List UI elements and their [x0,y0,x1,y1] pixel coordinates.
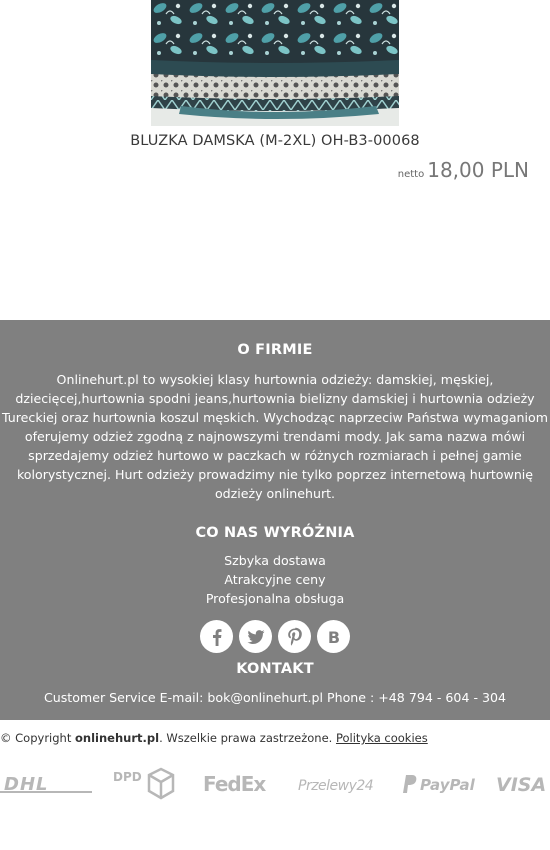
fedex-logo: FedEx [203,764,269,804]
feature-item: Atrakcyjne ceny [224,572,326,587]
visa-logo-text: VISA [496,774,546,796]
rights-text: . Wszelkie prawa zastrzeżone. [159,731,336,745]
pinterest-icon[interactable] [278,620,311,653]
copyright: © Copyright onlinehurt.pl. Wszelkie praw… [0,731,428,745]
price-prefix: netto [397,169,425,180]
footer: O FIRMIE Onlinehurt.pl to wysokiej klasy… [0,320,550,720]
paypal-logo: PayPal [400,764,476,804]
payment-logos: DHL DPD FedEx Przelewy24 PayPal VISA [0,764,550,804]
przelewy24-logo: Przelewy24 [298,764,374,804]
twitter-icon[interactable] [239,620,272,653]
bottom-bar: © Copyright onlinehurt.pl. Wszelkie praw… [0,720,550,850]
feature-item: Szbyka dostawa [224,553,326,568]
feature-item: Profesjonalna obsługa [205,591,345,606]
dpd-logo: DPD [113,764,179,804]
features-list: Szbyka dostawa Atrakcyjne ceny Profesjon… [0,551,550,608]
svg-text:B: B [327,628,339,647]
contact-title: KONTAKT [236,661,314,677]
about-text: Onlinehurt.pl to wysokiej klasy hurtowni… [2,372,549,501]
paypal-logo-text: PayPal [420,776,476,794]
product-title[interactable]: BLUZKA DAMSKA (M-2XL) OH-B3-00068 [0,133,550,149]
cookies-policy-link[interactable]: Polityka cookies [336,731,428,745]
blog-icon[interactable]: B [317,620,350,653]
about-title: O FIRMIE [237,342,313,358]
facebook-icon[interactable] [200,620,233,653]
copyright-prefix: © Copyright [0,731,76,745]
przelewy24-logo-text: Przelewy24 [298,778,373,794]
visa-logo: VISA [496,764,550,804]
price-value: 18,00 PLN [427,158,529,182]
dhl-logo: DHL [0,764,92,804]
product-card: BLUZKA DAMSKA (M-2XL) OH-B3-00068 netto 1… [0,0,550,320]
fedex-logo-text: FedEx [203,772,266,796]
contact-info: Customer Service E-mail: bok@onlinehurt.… [43,690,507,705]
site-name: onlinehurt.pl [75,731,160,745]
features-title: CO NAS WYRÓŻNIA [195,525,355,541]
social-links: B [0,620,550,653]
dpd-logo-text: DPD [113,770,142,784]
product-image[interactable] [151,0,399,126]
product-price: netto 18,00 PLN [398,158,529,182]
